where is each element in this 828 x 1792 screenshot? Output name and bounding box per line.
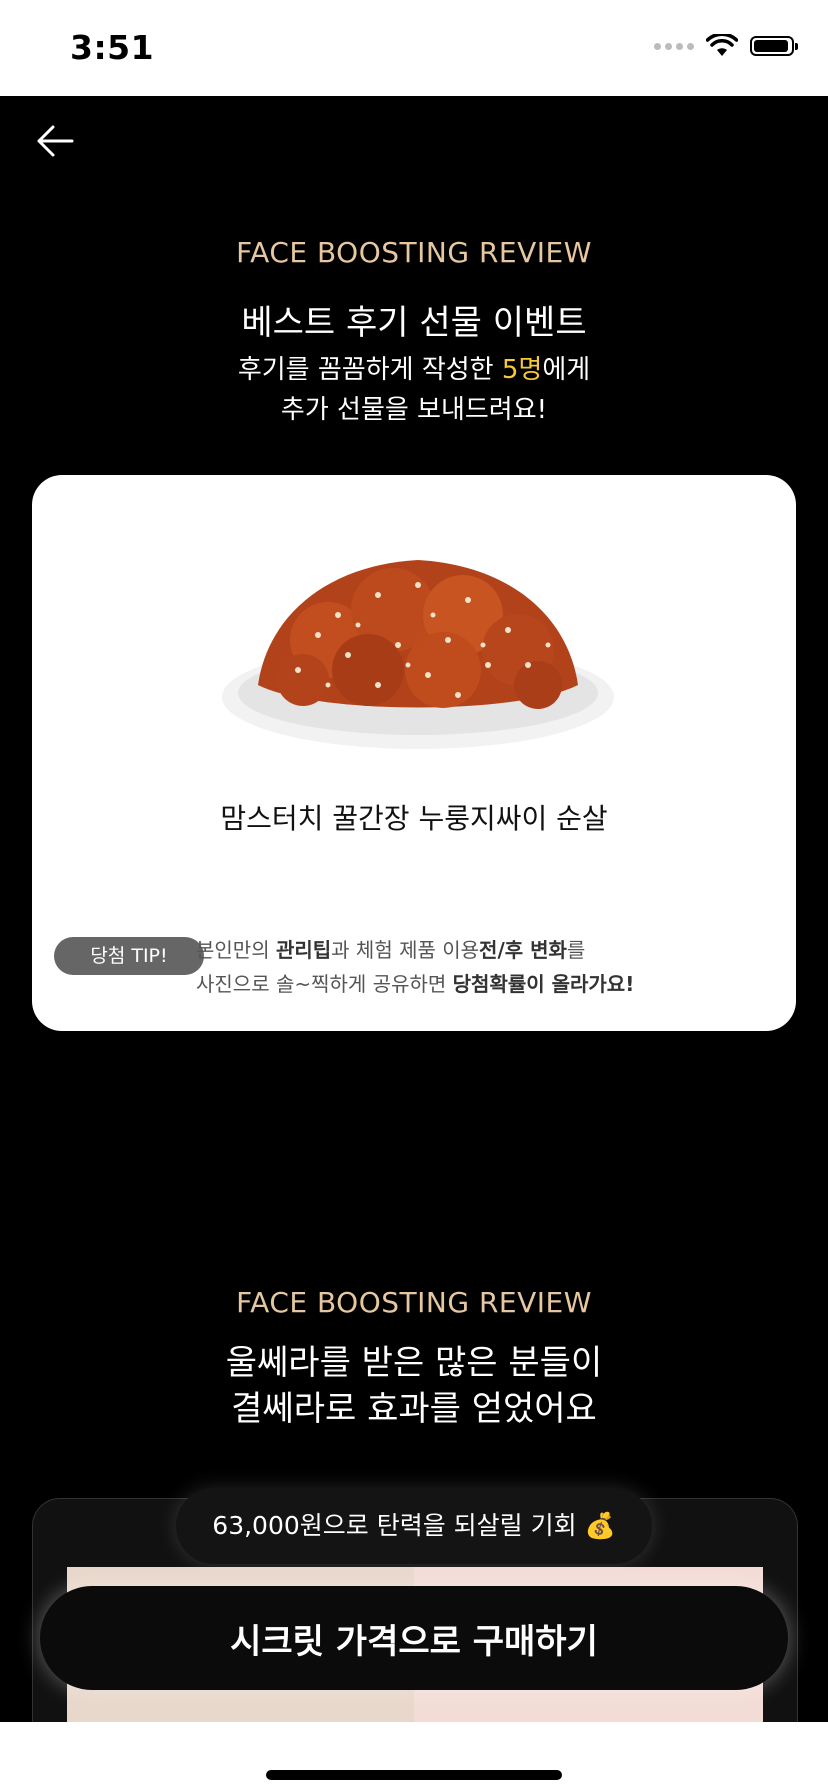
product-name: 맘스터치 꿀간장 누룽지싸이 순살 <box>220 802 608 835</box>
tip-text-part: 사진으로 솔~찍하게 공유하면 <box>196 972 453 996</box>
tip-text: 본인만의 관리팁과 체험 제품 이용전/후 변화를 사진으로 솔~찍하게 공유하… <box>196 933 634 1001</box>
review-title-line1: 울쎄라를 받은 많은 분들이 <box>225 1343 603 1383</box>
event-subtitle: 후기를 꼼꼼하게 작성한 5명에게 추가 선물을 보내드려요! <box>0 350 828 430</box>
section-eyebrow: FACE BOOSTING REVIEW <box>236 1286 592 1319</box>
tip-text-part: 과 체험 제품 이용 <box>331 938 480 962</box>
subtitle-text: 에게 <box>542 355 591 385</box>
tip-badge: 당첨 TIP! <box>54 937 204 975</box>
section-eyebrow: FACE BOOSTING REVIEW <box>236 236 592 269</box>
status-icons <box>654 34 798 58</box>
subtitle-line2: 추가 선물을 보내드려요! <box>280 395 548 425</box>
review-title-line2: 결쎄라로 효과를 얻었어요 <box>231 1389 597 1429</box>
winner-count: 5명 <box>501 355 543 385</box>
prize-card: 맘스터치 꿀간장 누룽지싸이 순살 당첨 TIP! 본인만의 관리팁과 체험 제… <box>32 475 796 1031</box>
tip-text-bold: 당첨확률이 올라가요! <box>452 972 635 996</box>
price-chance-pill: 63,000원으로 탄력을 되살릴 기회 💰 <box>176 1488 652 1564</box>
buy-secret-price-button[interactable]: 시크릿 가격으로 구매하기 <box>40 1586 788 1690</box>
fried-chicken-image <box>222 560 614 749</box>
subtitle-text: 후기를 꼼꼼하게 작성한 <box>237 355 502 385</box>
tip-text-part: 를 <box>566 938 586 962</box>
home-indicator-area <box>0 1722 828 1792</box>
status-time: 3:51 <box>70 28 155 67</box>
back-arrow-icon[interactable] <box>34 120 76 162</box>
home-indicator[interactable] <box>266 1770 562 1780</box>
signal-icon <box>654 42 694 50</box>
review-title: 울쎄라를 받은 많은 분들이 결쎄라로 효과를 얻었어요 <box>0 1340 828 1432</box>
tip-text-part: 본인만의 <box>196 938 276 962</box>
status-bar: 3:51 <box>0 0 828 96</box>
tip-text-bold: 전/후 변화 <box>479 938 567 962</box>
event-title: 베스트 후기 선물 이벤트 <box>241 303 587 343</box>
tip-text-bold: 관리팁 <box>275 938 332 962</box>
wifi-icon <box>706 34 738 56</box>
battery-icon <box>750 36 798 56</box>
